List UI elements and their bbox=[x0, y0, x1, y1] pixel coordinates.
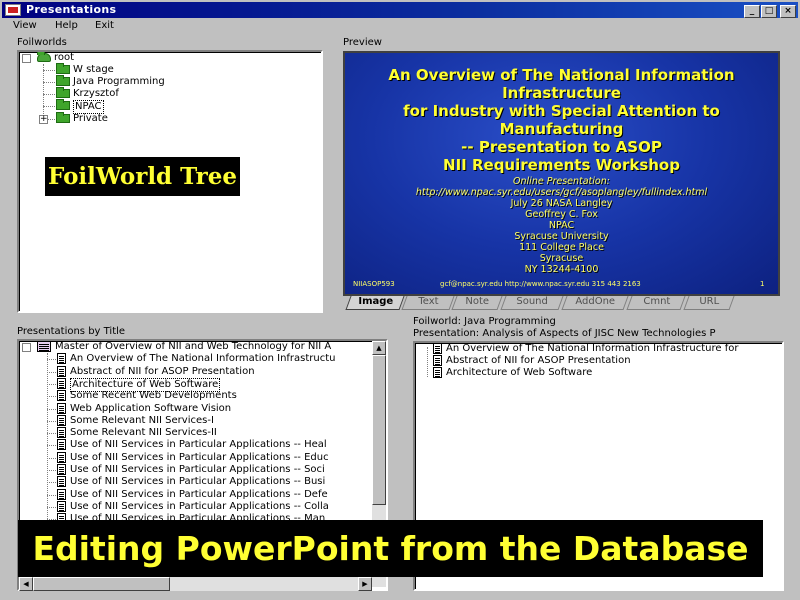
slide-title-line: for Industry with Special Attention to bbox=[403, 102, 720, 120]
presentations-window: Presentations _ □ × View Help Exit Foilw… bbox=[0, 0, 800, 600]
window-title: Presentations bbox=[26, 3, 117, 16]
menu-view[interactable]: View bbox=[13, 20, 37, 31]
document-icon bbox=[57, 427, 66, 439]
folder-icon bbox=[56, 87, 70, 98]
close-button[interactable]: × bbox=[780, 5, 796, 18]
presentation-icon bbox=[37, 341, 51, 352]
collapse-icon[interactable] bbox=[22, 54, 31, 63]
title-bar[interactable]: Presentations _ □ × bbox=[2, 2, 798, 18]
slide-body-line: Geoffrey C. Fox bbox=[525, 209, 598, 220]
presentation-item[interactable]: Use of NII Services in Particular Applic… bbox=[47, 500, 329, 513]
presentation-item[interactable]: An Overview of The National Information … bbox=[47, 353, 336, 365]
slide-body-line: Syracuse University bbox=[514, 231, 609, 242]
presentation-item[interactable]: Some Recent Web Developments bbox=[47, 390, 237, 402]
foilworld-tree-callout: FoilWorld Tree bbox=[45, 157, 240, 196]
presentation-item[interactable]: Web Application Software Vision bbox=[47, 402, 231, 415]
presentation-item[interactable]: Use of NII Services in Particular Applic… bbox=[47, 476, 325, 488]
tree-item-java-programming[interactable]: Java Programming bbox=[56, 75, 165, 88]
document-icon bbox=[433, 355, 442, 366]
tab-cmnt[interactable]: Cmnt bbox=[626, 296, 686, 310]
document-icon bbox=[57, 414, 66, 426]
tab-addone[interactable]: AddOne bbox=[561, 296, 629, 310]
preview-label: Preview bbox=[343, 37, 382, 48]
slide-body-line: NPAC bbox=[548, 220, 575, 231]
tree-item-w-stage[interactable]: W stage bbox=[56, 63, 114, 76]
foilworlds-label: Foilworlds bbox=[17, 37, 67, 48]
slide-preview: An Overview of The National Information … bbox=[343, 51, 780, 296]
tree-item-private[interactable]: Private bbox=[56, 112, 108, 125]
scroll-right-icon[interactable]: ▶ bbox=[358, 577, 372, 591]
document-icon bbox=[57, 365, 66, 377]
presentation-label: Presentation: Analysis of Aspects of JIS… bbox=[413, 328, 716, 339]
presentation-item[interactable]: Use of NII Services in Particular Applic… bbox=[47, 488, 328, 501]
slide-page-number: 1 bbox=[760, 280, 765, 288]
document-icon bbox=[57, 451, 66, 463]
presentation-item[interactable]: Some Relevant NII Services-II bbox=[47, 427, 217, 439]
document-icon bbox=[57, 353, 66, 365]
document-icon bbox=[57, 402, 66, 414]
menu-bar: View Help Exit bbox=[2, 18, 798, 34]
slide-title-line: -- Presentation to ASOP bbox=[461, 138, 662, 156]
presentation-item[interactable]: Abstract of NII for ASOP Presentation bbox=[47, 365, 255, 378]
slide-footer-contact: gcf@npac.syr.edu http://www.npac.syr.edu… bbox=[440, 280, 641, 288]
document-icon bbox=[57, 476, 66, 488]
slide-body-line: Online Presentation: bbox=[513, 176, 610, 187]
tree-item-krzysztof[interactable]: Krzysztof bbox=[56, 87, 119, 100]
slide-title-line: Manufacturing bbox=[499, 120, 624, 138]
maximize-button[interactable]: □ bbox=[761, 5, 777, 18]
document-icon bbox=[57, 390, 66, 402]
slide-title-line: Infrastructure bbox=[502, 84, 621, 102]
presentation-master-item[interactable]: Master of Overview of NII and Web Techno… bbox=[37, 341, 331, 353]
foil-item[interactable]: Abstract of NII for ASOP Presentation bbox=[433, 355, 631, 367]
folder-icon bbox=[56, 63, 70, 74]
tab-url[interactable]: URL bbox=[683, 296, 735, 310]
tab-text[interactable]: Text bbox=[401, 296, 455, 310]
tree-root-icon bbox=[37, 52, 51, 62]
document-icon bbox=[57, 439, 66, 451]
document-icon bbox=[57, 500, 66, 512]
slide-title-line: An Overview of The National Information bbox=[388, 66, 735, 84]
document-icon bbox=[57, 488, 66, 500]
editing-banner: Editing PowerPoint from the Database bbox=[18, 520, 763, 577]
tree-item-npac[interactable]: NPAC bbox=[56, 99, 104, 114]
app-icon bbox=[5, 4, 21, 16]
presentations-label: Presentations by Title bbox=[17, 326, 126, 337]
slide-title-line: NII Requirements Workshop bbox=[443, 156, 680, 174]
presentation-item[interactable]: Use of NII Services in Particular Applic… bbox=[47, 451, 329, 464]
slide-body-line: Syracuse bbox=[539, 253, 584, 264]
foil-item[interactable]: Architecture of Web Software bbox=[433, 367, 592, 379]
document-icon bbox=[433, 367, 442, 378]
minimize-button[interactable]: _ bbox=[744, 5, 760, 18]
document-icon bbox=[57, 377, 66, 389]
folder-icon bbox=[56, 75, 70, 86]
menu-exit[interactable]: Exit bbox=[95, 20, 114, 31]
scroll-thumb[interactable] bbox=[372, 355, 386, 505]
presentation-item[interactable]: Architecture of Web Software bbox=[47, 377, 221, 392]
folder-icon bbox=[56, 99, 70, 110]
tab-note[interactable]: Note bbox=[451, 296, 503, 310]
slide-body-line: NY 13244-4100 bbox=[524, 264, 599, 275]
presentation-item[interactable]: Some Relevant NII Services-I bbox=[47, 414, 214, 427]
scroll-thumb[interactable] bbox=[33, 577, 170, 591]
scroll-up-icon[interactable]: ▲ bbox=[372, 341, 386, 355]
menu-help[interactable]: Help bbox=[55, 20, 78, 31]
foilworld-label: Foilworld: Java Programming bbox=[413, 316, 556, 327]
scroll-left-icon[interactable]: ◀ bbox=[19, 577, 33, 591]
foil-item[interactable]: An Overview of The National Information … bbox=[433, 343, 738, 355]
slide-body-line: 111 College Place bbox=[519, 242, 604, 253]
tab-image[interactable]: Image bbox=[345, 296, 405, 310]
folder-icon bbox=[56, 112, 70, 123]
presentation-item[interactable]: Use of NII Services in Particular Applic… bbox=[47, 464, 325, 476]
presentation-item[interactable]: Use of NII Services in Particular Applic… bbox=[47, 439, 327, 451]
document-icon bbox=[433, 343, 442, 354]
slide-body-line: July 26 NASA Langley bbox=[510, 198, 613, 209]
slide-body-line: http://www.npac.syr.edu/users/gcf/asopla… bbox=[415, 187, 708, 198]
document-icon bbox=[57, 464, 66, 475]
tab-sound[interactable]: Sound bbox=[500, 296, 564, 310]
collapse-icon[interactable] bbox=[22, 343, 31, 352]
expand-icon[interactable]: + bbox=[39, 115, 48, 124]
slide-footer-left: NIIASOP593 bbox=[353, 280, 395, 288]
presentations-horizontal-scrollbar[interactable]: ◀ ▶ bbox=[19, 577, 372, 591]
